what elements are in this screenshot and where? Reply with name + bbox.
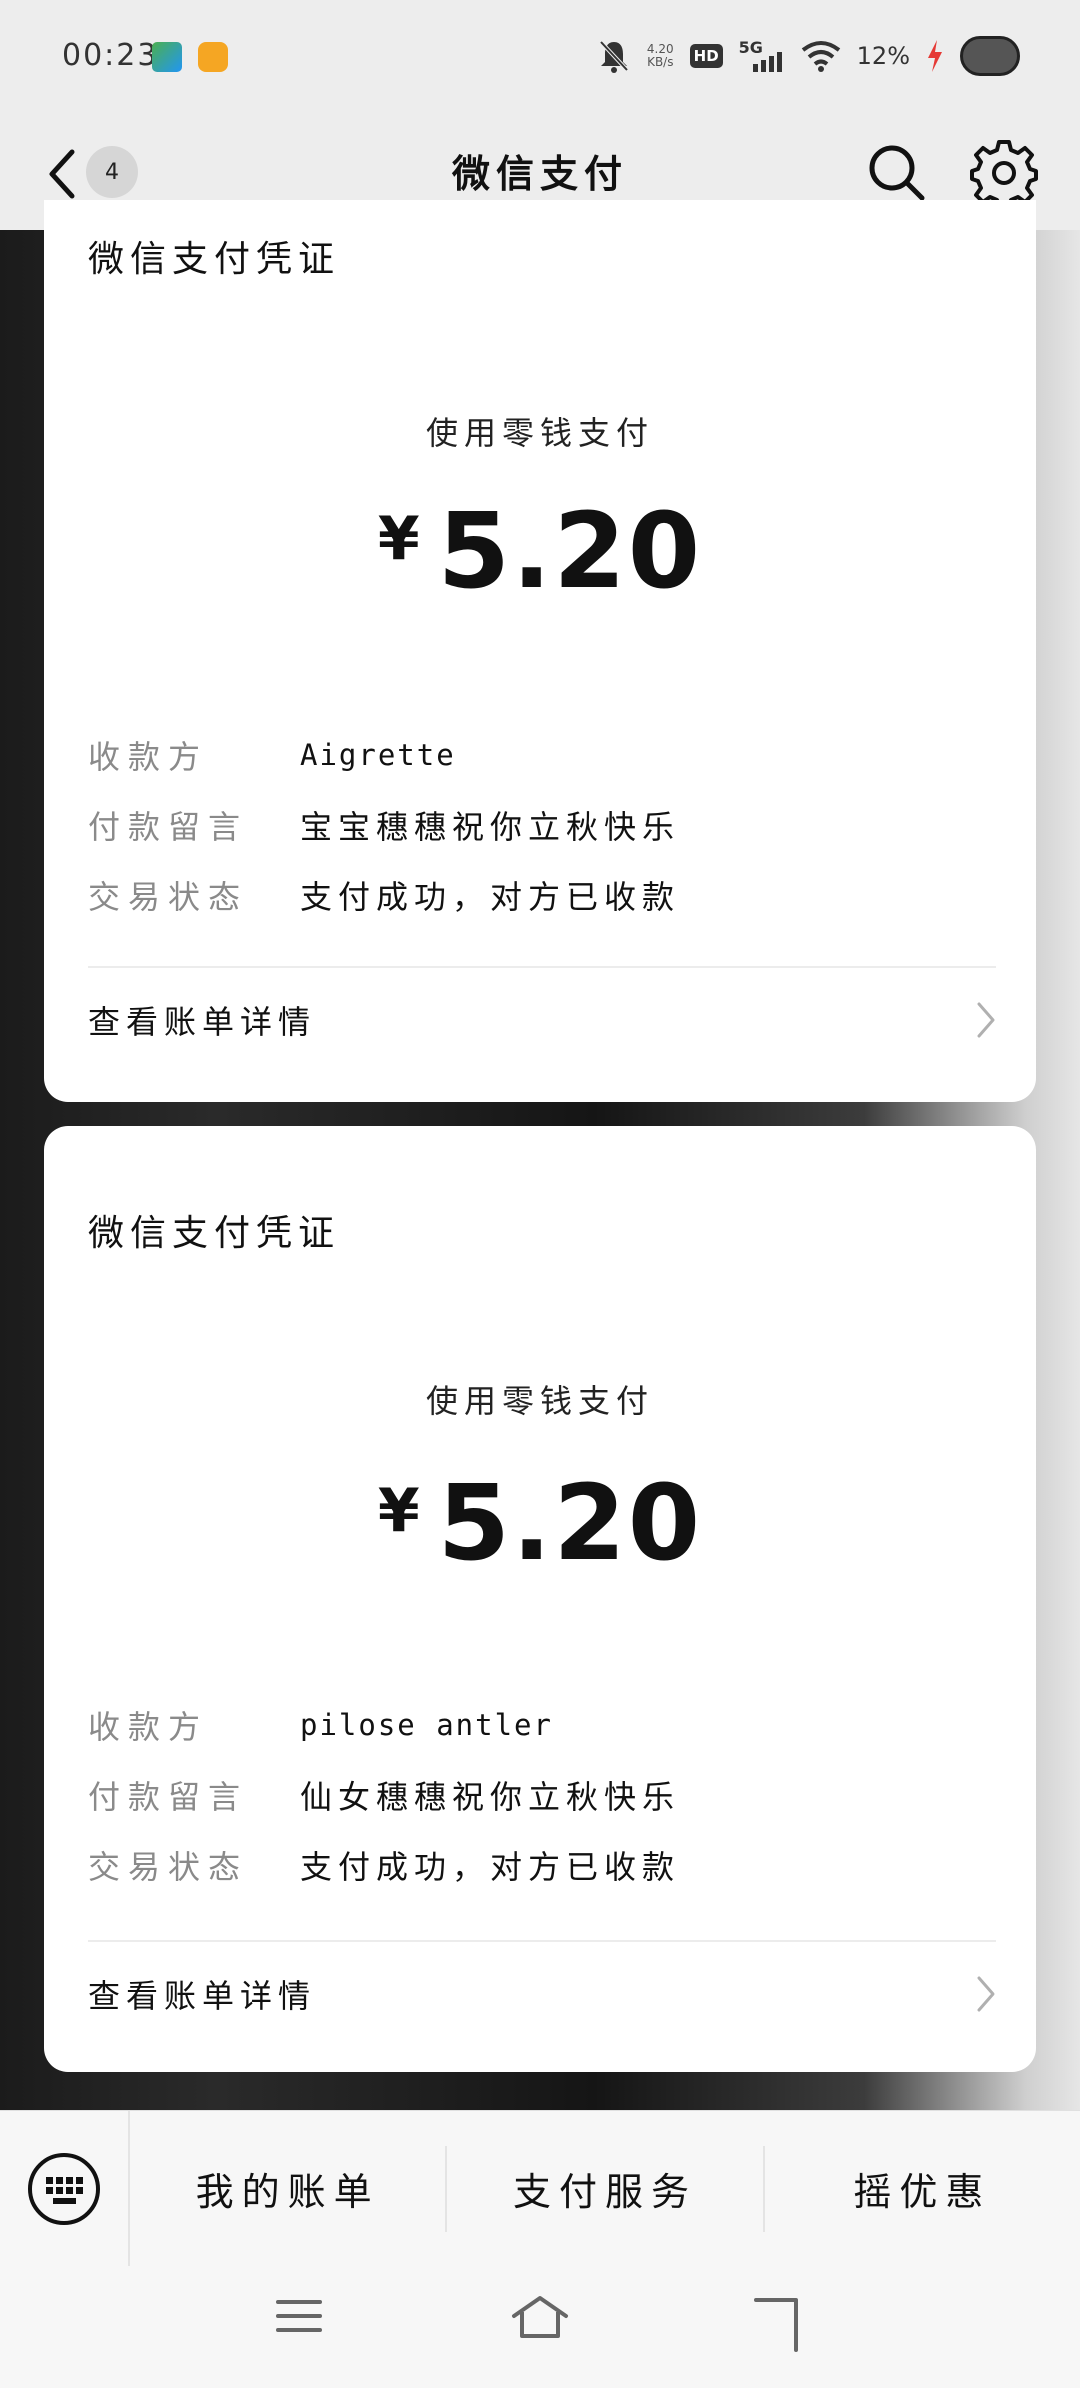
payment-amount: ¥5.20 (44, 490, 1036, 612)
payment-method: 使用零钱支付 (425, 414, 654, 452)
currency-symbol: ¥ (377, 504, 420, 574)
net-speed: 4.20 KB/s (647, 43, 674, 69)
weibo-icon (198, 42, 228, 72)
divider (88, 966, 996, 968)
hd-badge: HD (689, 44, 723, 68)
currency-symbol: ¥ (377, 1476, 420, 1546)
note-row: 付款留言 仙女穗穗祝你立秋快乐 (88, 1760, 988, 1830)
menu-payment-services[interactable]: 支付服务 (445, 2145, 762, 2232)
status-label: 交易状态 (88, 1848, 249, 1886)
payee-label: 收款方 (88, 1708, 209, 1746)
receipt-card: 微信支付凭证 使用零钱支付 ¥5.20 收款方 pilose antler 付款… (44, 1126, 1036, 2072)
note-value: 仙女穗穗祝你立秋快乐 (300, 1778, 681, 1816)
note-label: 付款留言 (88, 808, 249, 846)
net-speed-unit: KB/s (647, 55, 674, 69)
receipt-title: 微信支付凭证 (88, 1213, 341, 1254)
view-bill-details-link[interactable]: 查看账单详情 (44, 1944, 1036, 2044)
status-time: 00:23 (62, 38, 159, 73)
note-label: 付款留言 (88, 1778, 249, 1816)
image-app-icon (152, 42, 182, 72)
status-label: 交易状态 (88, 878, 249, 916)
search-icon[interactable] (864, 140, 928, 204)
battery-percent: 12% (856, 42, 910, 70)
view-bill-details-link[interactable]: 查看账单详情 (44, 970, 1036, 1070)
payment-method: 使用零钱支付 (425, 1382, 654, 1420)
view-bill-details-label: 查看账单详情 (88, 1003, 317, 1041)
charging-icon (928, 40, 942, 72)
bottom-menu: 我的账单 支付服务 摇优惠 (0, 2110, 1080, 2267)
receipt-card: 微信支付凭证 使用零钱支付 ¥5.20 收款方 Aigrette 付款留言 宝宝… (44, 200, 1036, 1102)
keyboard-icon (28, 2152, 100, 2225)
payee-row: 收款方 Aigrette (88, 720, 988, 790)
divider (88, 1940, 996, 1942)
view-bill-details-label: 查看账单详情 (88, 1977, 317, 2015)
status-indicators: 4.20 KB/s HD 5G 12% (597, 34, 1020, 78)
chevron-right-icon (977, 1976, 995, 2012)
note-row: 付款留言 宝宝穗穗祝你立秋快乐 (88, 790, 988, 860)
gear-icon[interactable] (970, 138, 1038, 206)
amount-value: 5.20 (437, 490, 703, 612)
payment-amount: ¥5.20 (44, 1462, 1036, 1584)
home-icon[interactable] (510, 2294, 570, 2342)
payee-value: pilose antler (300, 1708, 553, 1742)
wifi-icon (801, 41, 840, 72)
note-value: 宝宝穗穗祝你立秋快乐 (300, 808, 681, 846)
mute-icon (599, 40, 629, 73)
receipt-details: 收款方 pilose antler 付款留言 仙女穗穗祝你立秋快乐 交易状态 支… (88, 1690, 988, 1900)
status-bar: 00:23 4.20 KB/s HD 5G 12% (0, 0, 1080, 118)
keyboard-toggle-button[interactable] (0, 2110, 130, 2267)
payee-label: 收款方 (88, 738, 209, 776)
payee-row: 收款方 pilose antler (88, 1690, 988, 1760)
battery-icon (960, 36, 1020, 76)
signal-icon: 5G (739, 38, 785, 74)
menu-my-bills[interactable]: 我的账单 (130, 2146, 445, 2232)
status-row: 交易状态 支付成功，对方已收款 (88, 860, 988, 930)
status-value: 支付成功，对方已收款 (300, 878, 681, 916)
receipt-title: 微信支付凭证 (88, 239, 341, 280)
back-nav-icon[interactable] (750, 2294, 806, 2354)
status-row: 交易状态 支付成功，对方已收款 (88, 1830, 988, 1900)
payee-value: Aigrette (300, 738, 456, 772)
amount-value: 5.20 (437, 1462, 703, 1584)
receipt-details: 收款方 Aigrette 付款留言 宝宝穗穗祝你立秋快乐 交易状态 支付成功，对… (88, 720, 988, 930)
system-nav-bar (0, 2266, 1080, 2388)
menu-icon[interactable] (274, 2294, 324, 2338)
menu-shake-deals[interactable]: 摇优惠 (762, 2145, 1080, 2232)
status-value: 支付成功，对方已收款 (300, 1848, 681, 1886)
chevron-right-icon (977, 1002, 995, 1038)
